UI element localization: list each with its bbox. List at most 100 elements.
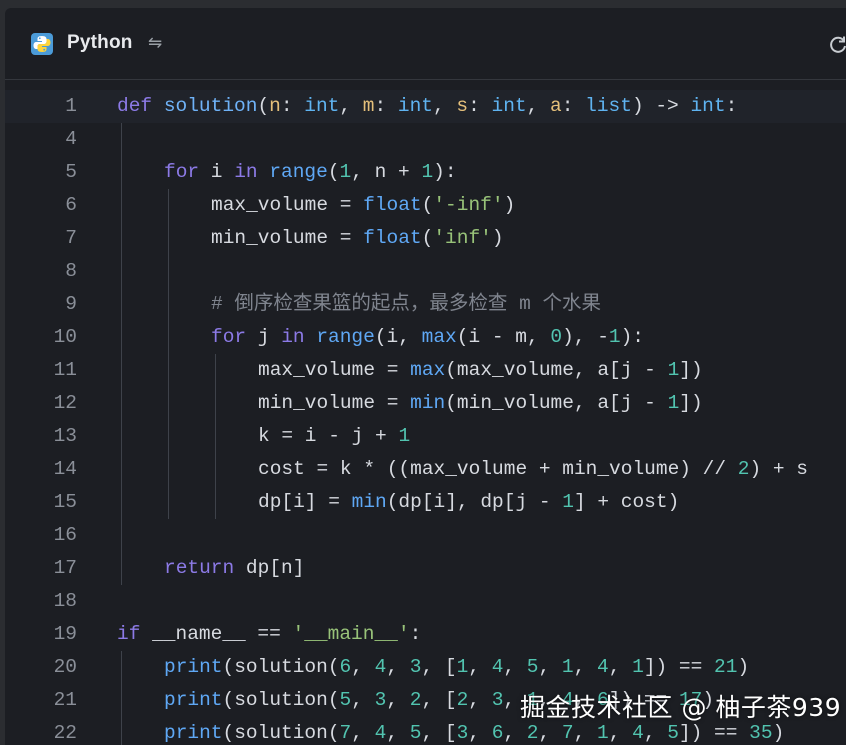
code-token: k = i - j + bbox=[258, 425, 399, 447]
indent-guide bbox=[121, 123, 122, 585]
line-number: 1 bbox=[65, 95, 77, 117]
code-token: 4 bbox=[374, 656, 387, 678]
code-token: (solution( bbox=[222, 689, 340, 711]
code-token: , [ bbox=[421, 722, 457, 744]
code-token: in bbox=[281, 326, 305, 348]
code-token: int bbox=[304, 95, 340, 117]
line-number: 11 bbox=[53, 359, 77, 381]
code-line[interactable]: 9 # 倒序检查果篮的起点，最多检查 m 个水果 bbox=[5, 288, 846, 321]
code-text: for j in range(i, max(i - m, 0), -1): bbox=[211, 321, 644, 354]
code-token: : bbox=[280, 95, 305, 117]
code-text: dp[i] = min(dp[i], dp[j - 1] + cost) bbox=[258, 486, 679, 519]
code-token: , bbox=[538, 656, 562, 678]
code-line[interactable]: 12 min_volume = min(min_volume, a[j - 1]) bbox=[5, 387, 846, 420]
line-number: 13 bbox=[53, 425, 77, 447]
code-line[interactable]: 10 for j in range(i, max(i - m, 0), -1): bbox=[5, 321, 846, 354]
code-token: : bbox=[409, 623, 422, 645]
code-token: : bbox=[725, 95, 738, 117]
code-token: : bbox=[374, 95, 398, 117]
code-line[interactable]: 15 dp[i] = min(dp[i], dp[j - 1] + cost) bbox=[5, 486, 846, 519]
code-line[interactable]: 20 print(solution(6, 4, 3, [1, 4, 5, 1, 4… bbox=[5, 651, 846, 684]
python-logo-icon bbox=[31, 33, 53, 55]
code-line[interactable]: 19 if __name__ == '__main__': bbox=[5, 618, 846, 651]
line-number: 5 bbox=[65, 161, 77, 183]
code-token: j bbox=[246, 326, 282, 348]
code-token: 7 bbox=[561, 722, 574, 744]
code-token: , bbox=[503, 656, 527, 678]
code-token: ( bbox=[421, 194, 434, 216]
code-text: cost = k * ((max_volume + min_volume) //… bbox=[258, 453, 808, 486]
code-token: ]) == bbox=[678, 722, 750, 744]
code-token: solution bbox=[163, 95, 258, 117]
code-token: , bbox=[526, 95, 551, 117]
code-token: 1 bbox=[667, 359, 680, 381]
watermark: 掘金技术社区 @ 柚子茶939 bbox=[520, 693, 842, 722]
line-number: 20 bbox=[53, 656, 77, 678]
code-token: list bbox=[585, 95, 632, 117]
code-line[interactable]: 6 max_volume = float('-inf') bbox=[5, 189, 846, 222]
code-token: , bbox=[643, 722, 668, 744]
line-number: 6 bbox=[65, 194, 77, 216]
code-token: dp[i] = bbox=[258, 491, 352, 513]
code-token: 21 bbox=[714, 656, 738, 678]
code-token: , bbox=[432, 95, 457, 117]
code-editor[interactable]: 1 def solution(n: int, m: int, s: int, a:… bbox=[5, 81, 846, 745]
code-line[interactable]: 17 return dp[n] bbox=[5, 552, 846, 585]
code-token: 0 bbox=[550, 326, 563, 348]
code-token: '-inf' bbox=[433, 194, 504, 216]
code-token: 1 bbox=[562, 491, 574, 513]
code-text: k = i - j + 1 bbox=[258, 420, 410, 453]
code-line[interactable]: 11 max_volume = max(max_volume, a[j - 1]) bbox=[5, 354, 846, 387]
line-number: 10 bbox=[53, 326, 77, 348]
code-token: , bbox=[503, 722, 527, 744]
line-number: 22 bbox=[53, 722, 77, 744]
code-token: __name__ == bbox=[140, 623, 293, 645]
code-token: for bbox=[211, 326, 247, 348]
code-token: min bbox=[351, 491, 387, 513]
code-line[interactable]: 16 bbox=[5, 519, 846, 552]
code-line[interactable]: 14 cost = k * ((max_volume + min_volume) … bbox=[5, 453, 846, 486]
code-token: (solution( bbox=[222, 722, 340, 744]
code-line[interactable]: 5 for i in range(1, n + 1): bbox=[5, 156, 846, 189]
code-line[interactable]: 8 bbox=[5, 255, 846, 288]
code-token: max bbox=[410, 359, 446, 381]
code-token: 35 bbox=[749, 722, 773, 744]
code-token: n bbox=[269, 95, 281, 117]
code-token: , bbox=[386, 689, 410, 711]
code-line[interactable]: 13 k = i - j + 1 bbox=[5, 420, 846, 453]
code-token: (min_volume, a[j - bbox=[445, 392, 668, 414]
code-token: 4 bbox=[374, 722, 387, 744]
code-token: 2 bbox=[526, 722, 539, 744]
code-token: ), - bbox=[562, 326, 609, 348]
code-token: 7 bbox=[339, 722, 352, 744]
code-token: float bbox=[363, 194, 422, 216]
code-token: s bbox=[456, 95, 469, 117]
code-token: 1 bbox=[632, 656, 644, 678]
code-line[interactable]: 7 min_volume = float('inf') bbox=[5, 222, 846, 255]
code-token: a bbox=[550, 95, 562, 117]
code-line[interactable]: 4 bbox=[5, 123, 846, 156]
code-token: 2 bbox=[737, 458, 750, 480]
code-text: def solution(n: int, m: int, s: int, a: … bbox=[117, 90, 737, 123]
code-token: min bbox=[410, 392, 446, 414]
code-token: 4 bbox=[632, 722, 644, 744]
refresh-icon[interactable] bbox=[827, 34, 846, 56]
code-token: , bbox=[339, 95, 363, 117]
code-line[interactable]: 1 def solution(n: int, m: int, s: int, a:… bbox=[5, 90, 846, 123]
code-token: 3 bbox=[456, 722, 469, 744]
code-token: ): bbox=[620, 326, 645, 348]
code-token: print bbox=[164, 722, 223, 744]
code-token: ) bbox=[772, 722, 785, 744]
line-number: 9 bbox=[65, 293, 77, 315]
code-token: max_volume = bbox=[211, 194, 364, 216]
line-number: 15 bbox=[53, 491, 77, 513]
code-line[interactable]: 18 bbox=[5, 585, 846, 618]
code-token: 6 bbox=[491, 722, 504, 744]
code-token: : bbox=[468, 95, 492, 117]
code-token: 3 bbox=[491, 689, 504, 711]
swap-arrows-icon[interactable]: ⇋ bbox=[148, 33, 162, 53]
code-token: , bbox=[608, 722, 633, 744]
code-token: , n + bbox=[351, 161, 422, 183]
line-number: 12 bbox=[53, 392, 77, 414]
